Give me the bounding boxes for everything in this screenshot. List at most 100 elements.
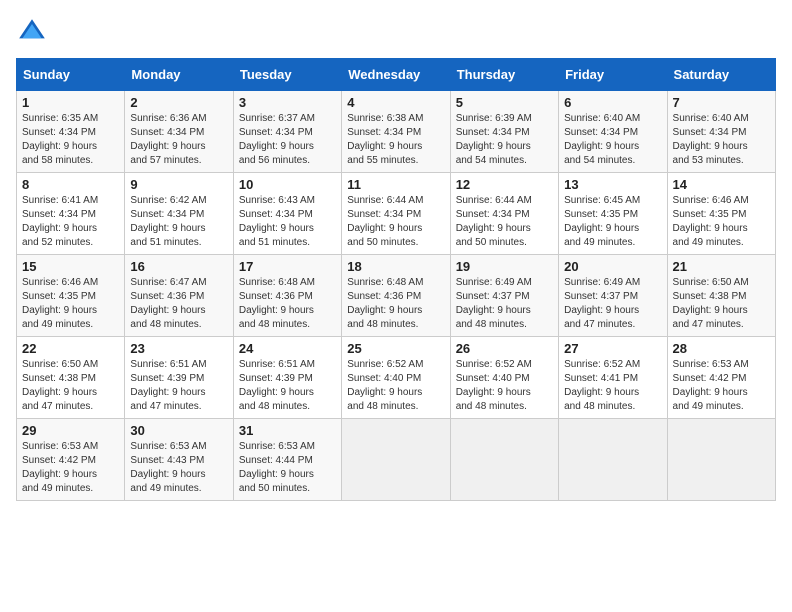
day-cell	[450, 419, 558, 501]
day-info: Sunrise: 6:50 AMSunset: 4:38 PMDaylight:…	[673, 276, 770, 332]
day-cell: 21 Sunrise: 6:50 AMSunset: 4:38 PMDaylig…	[667, 255, 775, 337]
day-cell: 27 Sunrise: 6:52 AMSunset: 4:41 PMDaylig…	[559, 337, 667, 419]
day-info: Sunrise: 6:52 AMSunset: 4:40 PMDaylight:…	[456, 358, 553, 414]
day-cell: 3 Sunrise: 6:37 AMSunset: 4:34 PMDayligh…	[233, 91, 341, 173]
day-info: Sunrise: 6:53 AMSunset: 4:42 PMDaylight:…	[22, 440, 119, 496]
day-info: Sunrise: 6:50 AMSunset: 4:38 PMDaylight:…	[22, 358, 119, 414]
day-info: Sunrise: 6:39 AMSunset: 4:34 PMDaylight:…	[456, 112, 553, 168]
day-number: 21	[673, 259, 770, 274]
day-number: 18	[347, 259, 444, 274]
day-info: Sunrise: 6:53 AMSunset: 4:44 PMDaylight:…	[239, 440, 336, 496]
day-info: Sunrise: 6:46 AMSunset: 4:35 PMDaylight:…	[22, 276, 119, 332]
day-cell: 14 Sunrise: 6:46 AMSunset: 4:35 PMDaylig…	[667, 173, 775, 255]
day-number: 20	[564, 259, 661, 274]
day-info: Sunrise: 6:41 AMSunset: 4:34 PMDaylight:…	[22, 194, 119, 250]
day-cell: 25 Sunrise: 6:52 AMSunset: 4:40 PMDaylig…	[342, 337, 450, 419]
day-number: 16	[130, 259, 227, 274]
day-info: Sunrise: 6:51 AMSunset: 4:39 PMDaylight:…	[130, 358, 227, 414]
day-cell: 9 Sunrise: 6:42 AMSunset: 4:34 PMDayligh…	[125, 173, 233, 255]
day-info: Sunrise: 6:49 AMSunset: 4:37 PMDaylight:…	[564, 276, 661, 332]
day-cell: 17 Sunrise: 6:48 AMSunset: 4:36 PMDaylig…	[233, 255, 341, 337]
day-cell: 15 Sunrise: 6:46 AMSunset: 4:35 PMDaylig…	[17, 255, 125, 337]
day-cell: 10 Sunrise: 6:43 AMSunset: 4:34 PMDaylig…	[233, 173, 341, 255]
day-info: Sunrise: 6:52 AMSunset: 4:40 PMDaylight:…	[347, 358, 444, 414]
day-info: Sunrise: 6:53 AMSunset: 4:43 PMDaylight:…	[130, 440, 227, 496]
day-number: 22	[22, 341, 119, 356]
day-number: 7	[673, 95, 770, 110]
week-row-4: 22 Sunrise: 6:50 AMSunset: 4:38 PMDaylig…	[17, 337, 776, 419]
day-number: 31	[239, 423, 336, 438]
week-row-1: 1 Sunrise: 6:35 AMSunset: 4:34 PMDayligh…	[17, 91, 776, 173]
day-number: 27	[564, 341, 661, 356]
calendar-table: SundayMondayTuesdayWednesdayThursdayFrid…	[16, 58, 776, 501]
day-cell: 8 Sunrise: 6:41 AMSunset: 4:34 PMDayligh…	[17, 173, 125, 255]
day-number: 9	[130, 177, 227, 192]
day-number: 23	[130, 341, 227, 356]
day-number: 6	[564, 95, 661, 110]
day-info: Sunrise: 6:46 AMSunset: 4:35 PMDaylight:…	[673, 194, 770, 250]
day-info: Sunrise: 6:43 AMSunset: 4:34 PMDaylight:…	[239, 194, 336, 250]
day-cell	[342, 419, 450, 501]
day-number: 2	[130, 95, 227, 110]
day-number: 29	[22, 423, 119, 438]
day-info: Sunrise: 6:40 AMSunset: 4:34 PMDaylight:…	[564, 112, 661, 168]
day-number: 1	[22, 95, 119, 110]
day-cell: 29 Sunrise: 6:53 AMSunset: 4:42 PMDaylig…	[17, 419, 125, 501]
day-number: 4	[347, 95, 444, 110]
day-number: 5	[456, 95, 553, 110]
day-number: 30	[130, 423, 227, 438]
logo-icon	[16, 16, 48, 48]
day-cell: 22 Sunrise: 6:50 AMSunset: 4:38 PMDaylig…	[17, 337, 125, 419]
day-number: 17	[239, 259, 336, 274]
day-number: 28	[673, 341, 770, 356]
day-number: 15	[22, 259, 119, 274]
week-row-5: 29 Sunrise: 6:53 AMSunset: 4:42 PMDaylig…	[17, 419, 776, 501]
day-cell: 24 Sunrise: 6:51 AMSunset: 4:39 PMDaylig…	[233, 337, 341, 419]
day-cell: 12 Sunrise: 6:44 AMSunset: 4:34 PMDaylig…	[450, 173, 558, 255]
day-cell	[559, 419, 667, 501]
day-info: Sunrise: 6:40 AMSunset: 4:34 PMDaylight:…	[673, 112, 770, 168]
day-info: Sunrise: 6:42 AMSunset: 4:34 PMDaylight:…	[130, 194, 227, 250]
day-info: Sunrise: 6:48 AMSunset: 4:36 PMDaylight:…	[239, 276, 336, 332]
day-info: Sunrise: 6:44 AMSunset: 4:34 PMDaylight:…	[456, 194, 553, 250]
day-cell: 5 Sunrise: 6:39 AMSunset: 4:34 PMDayligh…	[450, 91, 558, 173]
col-header-monday: Monday	[125, 59, 233, 91]
day-number: 24	[239, 341, 336, 356]
day-info: Sunrise: 6:52 AMSunset: 4:41 PMDaylight:…	[564, 358, 661, 414]
day-info: Sunrise: 6:35 AMSunset: 4:34 PMDaylight:…	[22, 112, 119, 168]
day-cell: 1 Sunrise: 6:35 AMSunset: 4:34 PMDayligh…	[17, 91, 125, 173]
week-row-2: 8 Sunrise: 6:41 AMSunset: 4:34 PMDayligh…	[17, 173, 776, 255]
col-header-friday: Friday	[559, 59, 667, 91]
day-number: 26	[456, 341, 553, 356]
day-cell: 6 Sunrise: 6:40 AMSunset: 4:34 PMDayligh…	[559, 91, 667, 173]
day-info: Sunrise: 6:51 AMSunset: 4:39 PMDaylight:…	[239, 358, 336, 414]
day-number: 8	[22, 177, 119, 192]
day-cell: 18 Sunrise: 6:48 AMSunset: 4:36 PMDaylig…	[342, 255, 450, 337]
day-cell: 2 Sunrise: 6:36 AMSunset: 4:34 PMDayligh…	[125, 91, 233, 173]
day-cell: 16 Sunrise: 6:47 AMSunset: 4:36 PMDaylig…	[125, 255, 233, 337]
day-cell: 31 Sunrise: 6:53 AMSunset: 4:44 PMDaylig…	[233, 419, 341, 501]
day-number: 10	[239, 177, 336, 192]
day-cell: 30 Sunrise: 6:53 AMSunset: 4:43 PMDaylig…	[125, 419, 233, 501]
day-info: Sunrise: 6:47 AMSunset: 4:36 PMDaylight:…	[130, 276, 227, 332]
day-cell: 28 Sunrise: 6:53 AMSunset: 4:42 PMDaylig…	[667, 337, 775, 419]
day-number: 11	[347, 177, 444, 192]
day-number: 19	[456, 259, 553, 274]
day-info: Sunrise: 6:45 AMSunset: 4:35 PMDaylight:…	[564, 194, 661, 250]
day-number: 25	[347, 341, 444, 356]
col-header-tuesday: Tuesday	[233, 59, 341, 91]
day-info: Sunrise: 6:38 AMSunset: 4:34 PMDaylight:…	[347, 112, 444, 168]
day-cell: 7 Sunrise: 6:40 AMSunset: 4:34 PMDayligh…	[667, 91, 775, 173]
day-cell: 26 Sunrise: 6:52 AMSunset: 4:40 PMDaylig…	[450, 337, 558, 419]
col-header-sunday: Sunday	[17, 59, 125, 91]
day-number: 3	[239, 95, 336, 110]
day-info: Sunrise: 6:36 AMSunset: 4:34 PMDaylight:…	[130, 112, 227, 168]
col-header-wednesday: Wednesday	[342, 59, 450, 91]
logo	[16, 16, 52, 48]
day-info: Sunrise: 6:48 AMSunset: 4:36 PMDaylight:…	[347, 276, 444, 332]
day-info: Sunrise: 6:53 AMSunset: 4:42 PMDaylight:…	[673, 358, 770, 414]
day-number: 13	[564, 177, 661, 192]
week-row-3: 15 Sunrise: 6:46 AMSunset: 4:35 PMDaylig…	[17, 255, 776, 337]
header	[16, 16, 776, 48]
col-header-saturday: Saturday	[667, 59, 775, 91]
